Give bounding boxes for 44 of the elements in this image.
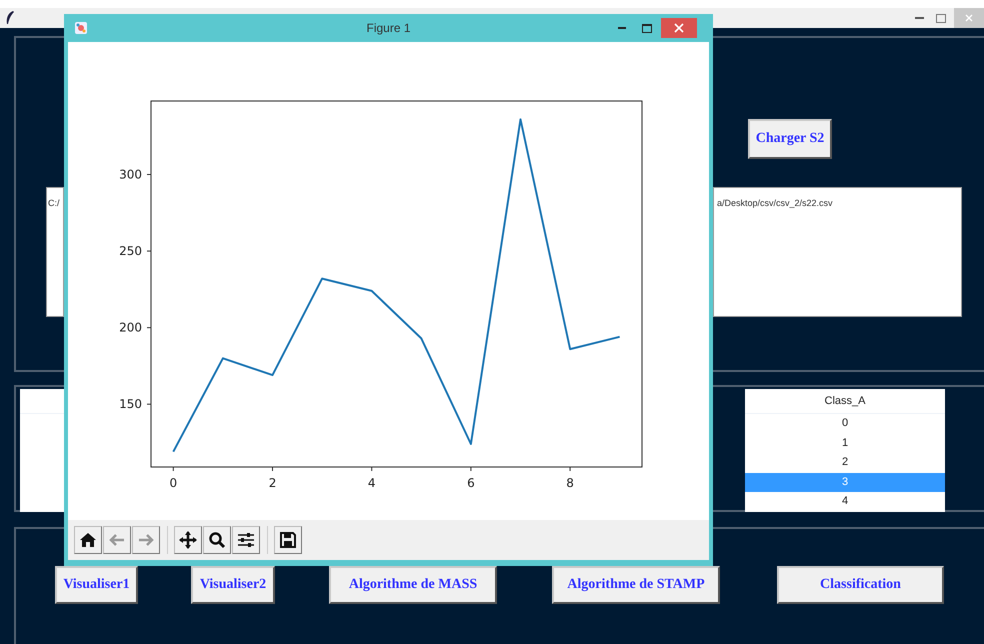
home-icon bbox=[79, 532, 97, 548]
action-button[interactable]: Visualiser2 bbox=[191, 566, 275, 604]
sliders-icon bbox=[237, 532, 255, 548]
action-button[interactable]: Algorithme de STAMP bbox=[552, 566, 720, 604]
x-tick-label: 8 bbox=[566, 476, 574, 490]
right-arrow-icon bbox=[137, 532, 155, 548]
sliders-button[interactable] bbox=[232, 526, 260, 554]
column-header[interactable]: Class_A bbox=[745, 389, 945, 414]
table-row[interactable]: 4 bbox=[745, 492, 945, 512]
x-tick-label: 0 bbox=[170, 476, 178, 490]
maximize-button[interactable] bbox=[642, 24, 652, 32]
y-tick-label: 300 bbox=[119, 168, 142, 182]
table-row[interactable]: 1 bbox=[745, 434, 945, 453]
search-icon bbox=[208, 531, 226, 549]
left-arrow-icon bbox=[108, 532, 126, 548]
x-tick-label: 2 bbox=[268, 476, 276, 490]
y-tick-label: 150 bbox=[119, 397, 142, 412]
figure-icon bbox=[74, 21, 88, 35]
move-icon bbox=[178, 531, 198, 549]
maximize-button[interactable] bbox=[936, 14, 946, 22]
close-icon bbox=[674, 23, 684, 33]
y-tick-label: 200 bbox=[119, 320, 142, 335]
table-row[interactable]: 2 bbox=[745, 453, 945, 472]
home-button[interactable] bbox=[74, 526, 102, 554]
path-field[interactable]: C:/ bbox=[46, 187, 64, 317]
move-button[interactable] bbox=[174, 526, 202, 554]
x-tick-label: 6 bbox=[467, 476, 475, 490]
save-button[interactable] bbox=[274, 526, 302, 554]
table-row[interactable]: 0 bbox=[745, 414, 945, 434]
save-icon bbox=[279, 531, 297, 549]
path-text: a/Desktop/csv/csv_2/s22.csv bbox=[717, 198, 833, 208]
x-tick-label: 4 bbox=[368, 476, 376, 490]
close-icon bbox=[965, 14, 973, 22]
action-button[interactable]: Algorithme de MASS bbox=[329, 566, 497, 604]
y-tick-label: 250 bbox=[119, 244, 142, 258]
action-button[interactable]: Visualiser1 bbox=[55, 566, 138, 604]
close-button[interactable] bbox=[661, 18, 697, 38]
window-title: Figure 1 bbox=[365, 21, 412, 35]
path-field[interactable]: a/Desktop/csv/csv_2/s22.csv bbox=[713, 187, 962, 317]
search-button[interactable] bbox=[203, 526, 231, 554]
feather-icon bbox=[5, 11, 15, 25]
action-button[interactable]: Classification bbox=[777, 566, 944, 604]
load-button[interactable]: Charger S2 bbox=[748, 119, 832, 159]
path-text: C:/ bbox=[48, 198, 60, 208]
